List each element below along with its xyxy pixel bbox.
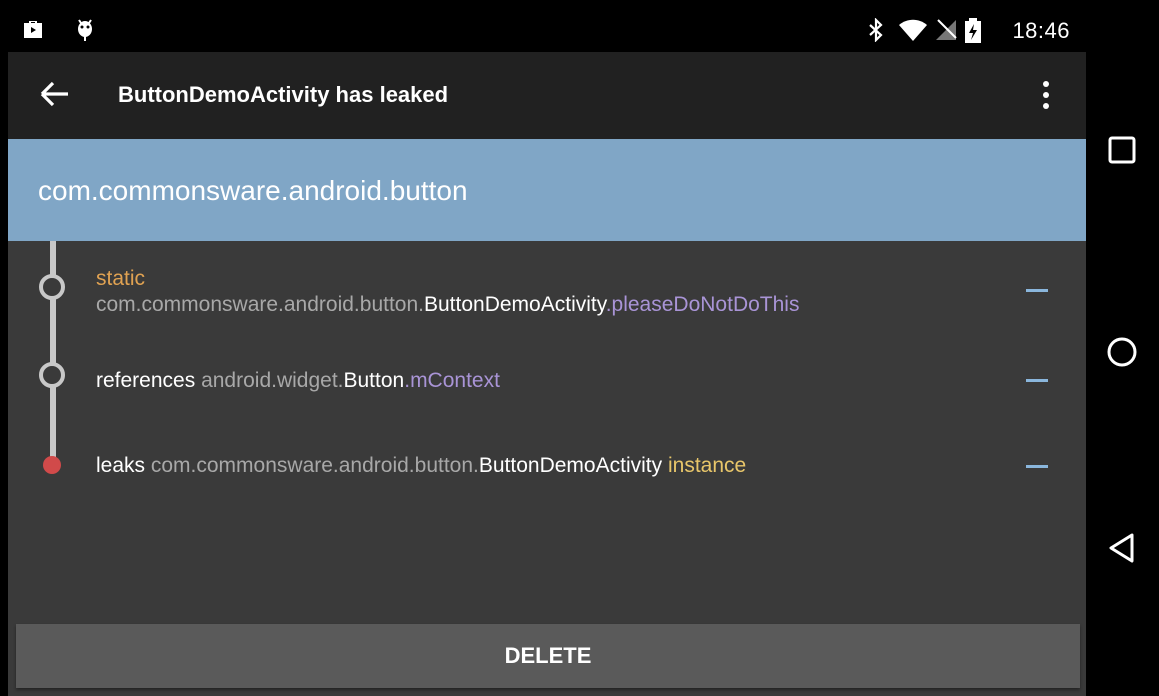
trace-class: Button [343,369,405,392]
package-name: com.commonsware.android.button [38,175,468,206]
trace-field: mContext [410,369,500,392]
trace-instance: instance [667,454,747,477]
trace-ref: com.commonsware.android.button.ButtonDem… [96,292,799,318]
battery-charging-icon [964,18,982,49]
wifi-icon [898,18,928,47]
collapse-button[interactable] [1026,289,1048,292]
trace-class: ButtonDemoActivity [478,454,663,477]
no-signal-icon [934,18,958,47]
trace-kind: references [96,369,196,392]
trace-kind: leaks [96,454,146,477]
more-vert-icon [1026,81,1066,122]
trace-node [39,362,65,388]
trace-prefix: android.widget. [201,369,344,392]
collapse-button[interactable] [1026,379,1048,382]
recents-icon [1107,135,1137,170]
back-button[interactable] [36,76,80,116]
collapse-button[interactable] [1026,465,1048,468]
delete-button[interactable]: DELETE [16,624,1080,688]
leak-header: com.commonsware.android.button [8,139,1086,241]
shopping-bag-icon [22,18,44,45]
trace-field: pleaseDoNotDoThis [611,293,800,316]
android-debug-icon [74,18,96,47]
home-button[interactable] [1096,328,1148,380]
trace-row-static[interactable]: static com.commonsware.android.button.Bu… [96,266,799,318]
trace-class: ButtonDemoActivity [424,293,606,316]
overflow-menu-button[interactable] [1026,74,1066,118]
trace-prefix: com.commonsware.android.button. [150,454,479,477]
arrow-back-icon [36,81,72,116]
status-time: 18:46 [1012,18,1070,43]
trace-kind: static [96,267,146,290]
trace-node [39,274,65,300]
footer: DELETE [8,616,1086,696]
navigation-bar [1086,0,1159,696]
home-icon [1105,335,1139,374]
app-screen: 18:46 ButtonDemoActivity has leaked com.… [8,8,1086,696]
bluetooth-icon [866,17,886,47]
trace-row-leaks[interactable]: leaks com.commonsware.android.button.But… [96,453,746,479]
page-title: ButtonDemoActivity has leaked [118,82,449,107]
trace-prefix: com.commonsware.android.button. [96,293,424,316]
app-bar: ButtonDemoActivity has leaked [8,52,1086,139]
leak-trace: static com.commonsware.android.button.Bu… [8,241,1086,616]
back-triangle-icon [1106,531,1138,570]
recents-button[interactable] [1096,126,1148,178]
back-nav-button[interactable] [1096,524,1148,576]
status-bar: 18:46 [8,8,1086,52]
leak-node [43,456,61,474]
trace-row-references[interactable]: references android.widget.Button.mContex… [96,368,500,394]
